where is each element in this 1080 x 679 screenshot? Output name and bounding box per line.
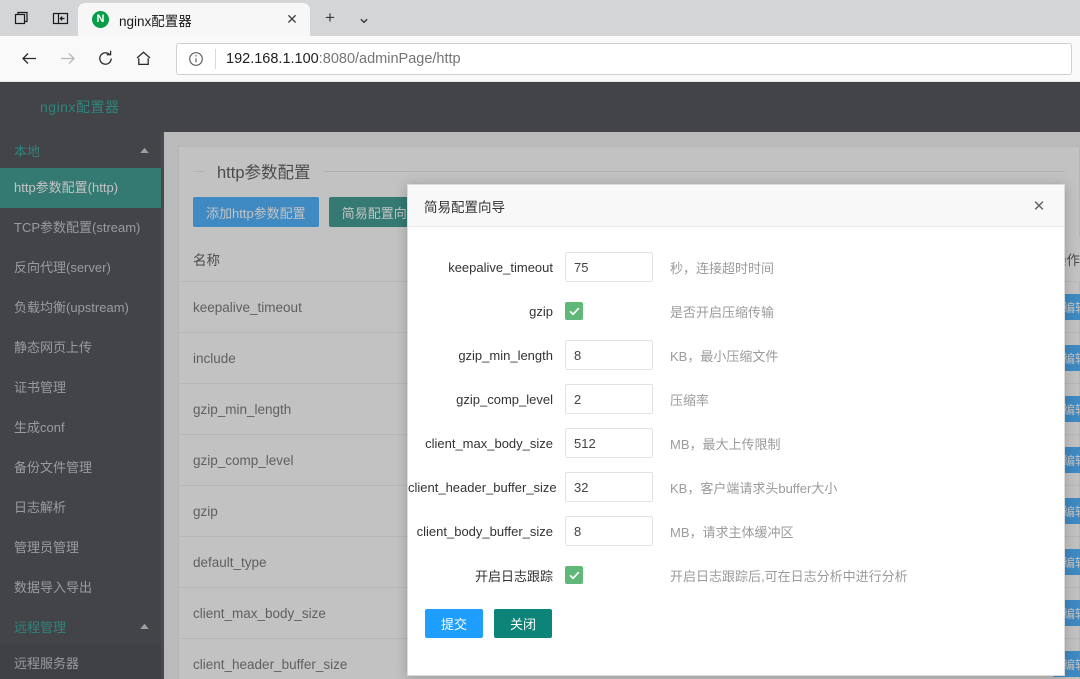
field-label: client_max_body_size (425, 435, 553, 451)
browser-tab-strip: N nginx配置器 ✕ + ⌄ (0, 0, 1080, 36)
field-help-text: 开启日志跟踪后,可在日志分析中进行分析 (670, 568, 908, 584)
field-label: gzip_min_length (458, 347, 553, 363)
copy-tabs-icon[interactable] (10, 6, 34, 30)
field-control (565, 252, 653, 282)
site-info-icon[interactable] (177, 44, 215, 74)
field-help-text: 是否开启压缩传输 (670, 304, 775, 320)
field-label: gzip (529, 303, 553, 319)
field-label: client_body_buffer_size (416, 523, 553, 539)
new-tab-button[interactable]: + (316, 4, 344, 32)
forward-icon[interactable] (50, 42, 84, 76)
field-control (565, 428, 653, 458)
field-help-text: KB，最小压缩文件 (670, 348, 779, 364)
dialog-header: 简易配置向导 ✕ (408, 185, 1064, 227)
tab-strip-left-controls (0, 0, 78, 36)
field-control (565, 302, 653, 320)
close-icon[interactable]: ✕ (282, 10, 302, 30)
field-control (565, 384, 653, 414)
client_header_buffer_size-input[interactable] (565, 472, 653, 502)
gzip_min_length-input[interactable] (565, 340, 653, 370)
form-row: client_header_buffer_size KB，客户端请求头buffer… (408, 465, 1064, 509)
url-host: 192.168.1.100 (226, 50, 319, 67)
nginx-favicon: N (92, 11, 109, 28)
keepalive_timeout-input[interactable] (565, 252, 653, 282)
field-control (565, 472, 653, 502)
chevron-down-icon[interactable]: ⌄ (350, 4, 378, 32)
submit-button[interactable]: 提交 (425, 609, 484, 638)
form-row: gzip_comp_level 压缩率 (408, 377, 1064, 421)
back-icon[interactable] (12, 42, 46, 76)
field-help-text: KB，客户端请求头buffer大小 (670, 480, 838, 496)
browser-tab[interactable]: N nginx配置器 ✕ (78, 3, 310, 36)
-checkbox[interactable] (565, 566, 583, 584)
field-label: client_header_buffer_size (408, 479, 557, 495)
field-help-text: 秒，连接超时时间 (670, 260, 775, 276)
form-row: client_body_buffer_size MB，请求主体缓冲区 (408, 509, 1064, 553)
field-label: 开启日志跟踪 (474, 568, 553, 584)
client_max_body_size-input[interactable] (565, 428, 653, 458)
reload-icon[interactable] (88, 42, 122, 76)
web-page: nginx配置器 本地 ▲ http参数配置(http) TCP参数配置(stream… (0, 82, 1080, 679)
field-control (565, 340, 653, 370)
client_body_buffer_size-input[interactable] (565, 516, 653, 546)
simple-config-wizard-dialog: 简易配置向导 ✕ keepalive_timeout 秒，连接超时时间 gzip 是否… (407, 184, 1065, 676)
vertical-tabs-icon[interactable] (48, 6, 72, 30)
dialog-title: 简易配置向导 (424, 199, 505, 215)
form-row: client_max_body_size MB，最大上传限制 (408, 421, 1064, 465)
url-path: :8080/adminPage/http (318, 50, 461, 67)
field-label: gzip_comp_level (456, 391, 553, 407)
form-row: gzip_min_length KB，最小压缩文件 (408, 333, 1064, 377)
field-control (565, 566, 653, 584)
close-button[interactable]: 关闭 (494, 609, 553, 638)
form-row: 开启日志跟踪 开启日志跟踪后,可在日志分析中进行分析 (408, 553, 1064, 597)
address-bar[interactable]: 192.168.1.100:8080/adminPage/http (176, 42, 1072, 75)
form-row: keepalive_timeout 秒，连接超时时间 (408, 245, 1064, 289)
gzip-checkbox[interactable] (565, 302, 583, 320)
field-control (565, 516, 653, 546)
close-icon[interactable]: ✕ (1026, 193, 1052, 219)
field-help-text: MB，最大上传限制 (670, 436, 781, 452)
field-help-text: MB，请求主体缓冲区 (670, 524, 794, 540)
tab-strip-right-controls: + ⌄ (310, 0, 378, 36)
dialog-body: keepalive_timeout秒，连接超时时间gzip是否开启压缩传输gzi… (408, 227, 1064, 675)
address-bar-text[interactable]: 192.168.1.100:8080/adminPage/http (216, 51, 1071, 67)
field-help-text: 压缩率 (670, 392, 710, 408)
browser-toolbar: 192.168.1.100:8080/adminPage/http (0, 36, 1080, 82)
dialog-actions: 提交 关闭 (408, 597, 1064, 638)
browser-tab-title: nginx配置器 (119, 13, 192, 29)
home-icon[interactable] (126, 42, 160, 76)
gzip_comp_level-input[interactable] (565, 384, 653, 414)
form-row: gzip 是否开启压缩传输 (408, 289, 1064, 333)
field-label: keepalive_timeout (448, 259, 553, 275)
